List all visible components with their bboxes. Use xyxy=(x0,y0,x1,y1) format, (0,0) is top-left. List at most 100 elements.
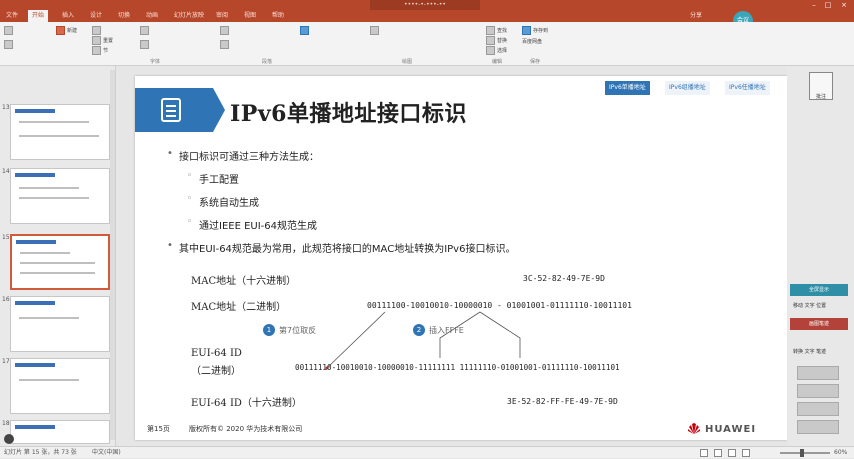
thumb-title-bar xyxy=(15,425,55,429)
group-editing-label: 编辑 xyxy=(492,59,503,65)
record-icon[interactable] xyxy=(4,434,14,444)
find-icon xyxy=(486,26,495,35)
tab-animations[interactable]: 动画 xyxy=(146,10,158,22)
thumb-number: 18 xyxy=(2,420,10,427)
cloud-icon xyxy=(522,26,531,35)
thumb-number: 17 xyxy=(2,358,10,365)
tab-view[interactable]: 视图 xyxy=(244,10,256,22)
replace-button[interactable]: 替换 xyxy=(486,36,507,45)
bullets-button[interactable] xyxy=(220,26,231,35)
slide-canvas[interactable]: IPv6单播地址 IPv6组播地址 IPv6任播地址 IPv6单播地址接口标识 … xyxy=(135,76,787,440)
ink-thumbnail[interactable] xyxy=(797,384,839,398)
zoom-slider-thumb[interactable] xyxy=(800,449,804,457)
select-button[interactable]: 选择 xyxy=(486,46,507,55)
group-drawing-label: 绘图 xyxy=(402,59,413,65)
ink-thumbnail[interactable] xyxy=(797,420,839,434)
group-paragraph-label: 段落 xyxy=(262,59,273,65)
paste-button[interactable] xyxy=(4,26,15,35)
ribbon: 新建 重置 节 查找 替换 选择 存存到 百度网盘 字体 段落 绘图 编辑 保存 xyxy=(0,22,854,66)
slide-thumbnail[interactable] xyxy=(10,296,110,352)
convert-text-button[interactable]: 转换 文字 笔迹 xyxy=(793,348,826,355)
zoom-slider[interactable] xyxy=(780,452,830,454)
save-to-cloud-button[interactable]: 存存到 xyxy=(522,26,548,35)
fullscreen-button[interactable]: 全屏显示 xyxy=(790,284,848,296)
eui-hex-label: EUI-64 ID（十六进制） xyxy=(191,398,302,409)
tab-share[interactable]: 分享 xyxy=(690,10,702,22)
layout-icon xyxy=(92,26,101,35)
thumb-number: 16 xyxy=(2,296,10,303)
close-button[interactable]: × xyxy=(840,1,848,9)
tab-review[interactable]: 审阅 xyxy=(216,10,228,22)
slide-thumbnail-selected[interactable] xyxy=(10,234,110,290)
paste-icon xyxy=(4,26,13,35)
thumb-line xyxy=(19,197,89,199)
step-1-label: 第7位取反 xyxy=(279,326,317,335)
eui-bin-value: 00111110-10010010-10000010-11111111 1111… xyxy=(295,363,620,372)
eui-bin-label: EUI-64 ID xyxy=(191,348,242,359)
thumb-title-bar xyxy=(15,109,55,113)
annotation-pane: 批注 全屏显示 移动 文字 位置 画图笔迹 转换 文字 笔迹 xyxy=(787,66,854,446)
normal-view-icon[interactable] xyxy=(700,449,708,457)
ink-thumbnail[interactable] xyxy=(797,366,839,380)
slide-thumbnail-pane[interactable]: 13 14 15 16 17 18 xyxy=(0,66,116,446)
insert-pointer-right xyxy=(479,311,521,358)
thumb-number: 14 xyxy=(2,168,10,175)
new-slide-button[interactable]: 新建 xyxy=(56,26,77,35)
step-1-badge: 1 xyxy=(263,324,275,336)
tab-slideshow[interactable]: 幻灯片放映 xyxy=(174,10,204,22)
cloud-label: 百度网盘 xyxy=(522,39,543,45)
group-font-label: 字体 xyxy=(150,59,161,65)
slideshow-view-icon[interactable] xyxy=(742,449,750,457)
zoom-level[interactable]: 60% xyxy=(834,447,847,459)
sorter-view-icon[interactable] xyxy=(714,449,722,457)
copyright-text: 版权所有© 2020 华为技术有限公司 xyxy=(189,425,303,433)
page-number: 第15页 xyxy=(147,425,170,433)
tab-file[interactable]: 文件 xyxy=(6,10,18,22)
thumb-line xyxy=(20,262,95,264)
maximize-button[interactable]: □ xyxy=(824,1,832,9)
bold-button[interactable] xyxy=(140,40,151,49)
shapes-icon xyxy=(300,26,309,35)
status-bar: 幻灯片 第 15 张，共 73 张 中文(中国) 60% xyxy=(0,446,854,458)
tab-design[interactable]: 设计 xyxy=(90,10,102,22)
step-2-label: 插入FFFE xyxy=(429,326,464,335)
slide-thumbnail[interactable] xyxy=(10,104,110,160)
thumb-title-bar xyxy=(16,240,56,244)
section-icon xyxy=(92,46,101,55)
layout-button[interactable] xyxy=(92,26,103,35)
section-button[interactable]: 节 xyxy=(92,46,108,55)
thumb-title-bar xyxy=(15,173,55,177)
arrange-button[interactable] xyxy=(370,26,381,35)
tab-home[interactable]: 开始 xyxy=(28,10,49,22)
thumb-line xyxy=(19,379,79,381)
thumb-number: 15 xyxy=(2,234,10,241)
tab-transitions[interactable]: 切换 xyxy=(118,10,130,22)
find-button[interactable]: 查找 xyxy=(486,26,507,35)
thumb-number: 13 xyxy=(2,104,10,111)
shapes-button[interactable] xyxy=(300,26,311,35)
reading-view-icon[interactable] xyxy=(728,449,736,457)
select-icon xyxy=(486,46,495,55)
thumbnail-scrollbar[interactable] xyxy=(110,70,115,440)
title-bar: ••••-•-•••-•• – □ × xyxy=(0,0,854,10)
tab-insert[interactable]: 插入 xyxy=(62,10,74,22)
annotation-panel-box[interactable]: 批注 xyxy=(809,72,833,100)
eui-hex-value: 3E-52-82-FF-FE-49-7E-9D xyxy=(507,397,618,406)
slide-thumbnail[interactable] xyxy=(10,168,110,224)
language-indicator[interactable]: 中文(中国) xyxy=(92,447,121,459)
slide-thumbnail[interactable] xyxy=(10,358,110,414)
minimize-button[interactable]: – xyxy=(810,1,818,9)
huawei-logo-icon xyxy=(688,423,700,434)
thumb-title-bar xyxy=(15,301,55,305)
pen-button[interactable]: 画图笔迹 xyxy=(790,318,848,330)
cut-icon xyxy=(4,40,13,49)
cut-button[interactable] xyxy=(4,40,15,49)
align-button[interactable] xyxy=(220,40,231,49)
reset-button[interactable]: 重置 xyxy=(92,36,113,45)
bit-flip-pointer xyxy=(326,311,386,369)
move-text-button[interactable]: 移动 文字 位置 xyxy=(793,302,826,309)
font-name-dropdown[interactable] xyxy=(140,26,151,35)
ink-thumbnail[interactable] xyxy=(797,402,839,416)
tab-help[interactable]: 帮助 xyxy=(272,10,284,22)
slide-thumbnail[interactable] xyxy=(10,420,110,444)
